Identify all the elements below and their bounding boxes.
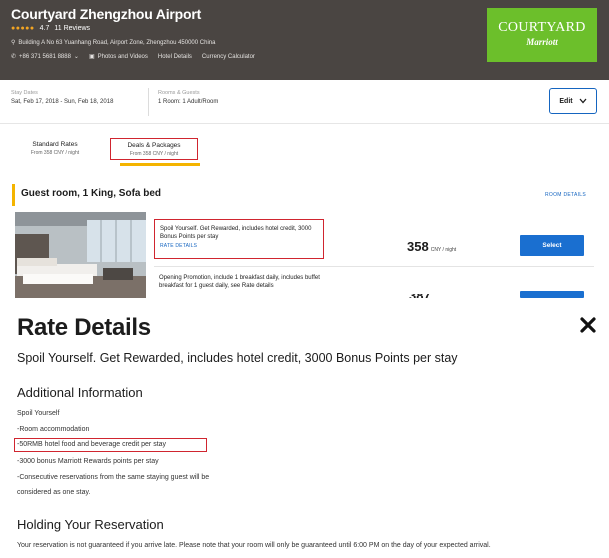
holding-text: Your reservation is not guaranteed if yo… (17, 542, 491, 549)
currency-calculator-link[interactable]: Currency Calculator (202, 54, 255, 60)
contact-row: ✆ +86 371 5681 8888 ⌄ ▣ Photos and Video… (11, 53, 255, 61)
room-photo-image (15, 212, 146, 298)
modal-title: Rate Details (17, 314, 151, 341)
tab-price-from: From 358 CNY / night (129, 151, 179, 157)
hotel-address: Building A No 63 Yuanhang Road, Airport … (18, 39, 216, 46)
rate-price: 358 CNY / night (407, 239, 456, 254)
info-line: Spoil Yourself (17, 410, 60, 417)
rating-row: ●●●●● 4.7 11 Reviews (11, 25, 90, 32)
rating-value: 4.7 (39, 25, 50, 32)
stay-dates: Stay Dates Sat, Feb 17, 2018 - Sun, Feb … (11, 90, 113, 105)
edit-stay-button[interactable]: Edit (549, 88, 597, 114)
camera-icon: ▣ (88, 54, 95, 60)
additional-info-heading: Additional Information (17, 385, 143, 400)
phone-dropdown[interactable]: ✆ +86 371 5681 8888 ⌄ (11, 53, 79, 61)
rate-option-highlight: Spoil Yourself. Get Rewarded, includes h… (154, 219, 324, 259)
tab-standard-rates[interactable]: Standard Rates From 358 CNY / night (20, 141, 90, 156)
star-rating-icon: ●●●●● (11, 25, 35, 32)
hotel-details-link[interactable]: Hotel Details (158, 54, 192, 60)
price-unit: CNY / night (430, 247, 457, 253)
logo-text-top: COURTYARD (498, 20, 586, 35)
logo-text-bottom: Marriott (526, 37, 558, 47)
close-icon[interactable] (579, 316, 597, 334)
room-title: Guest room, 1 King, Sofa bed (21, 188, 162, 199)
tab-label: Deals & Packages (127, 142, 181, 149)
courtyard-marriott-logo: COURTYARD Marriott (487, 8, 597, 62)
info-line: -3000 bonus Marriott Rewards points per … (17, 458, 159, 465)
tab-label: Standard Rates (32, 141, 78, 148)
info-line: -50RMB hotel food and beverage credit pe… (17, 441, 167, 448)
info-line: -Room accommodation (17, 426, 90, 433)
room-photo[interactable] (15, 212, 146, 298)
location-pin-icon: ⚲ (11, 40, 16, 46)
price-amount: 358 (407, 239, 429, 254)
phone-icon: ✆ (11, 54, 17, 60)
address-row: ⚲ Building A No 63 Yuanhang Road, Airpor… (11, 39, 216, 47)
rate-name: Spoil Yourself. Get Rewarded, includes h… (17, 351, 458, 365)
rooms-guests: Rooms & Guests 1 Room: 1 Adult/Room (158, 90, 218, 105)
rooms-guests-value: 1 Room: 1 Adult/Room (158, 99, 219, 105)
rate-details-link[interactable]: RATE DETAILS (160, 243, 318, 249)
active-tab-indicator (120, 163, 200, 166)
info-line: considered as one stay. (17, 489, 91, 496)
edit-label: Edit (559, 97, 573, 105)
select-rate-button[interactable]: Select (520, 235, 584, 256)
stay-summary-bar: Stay Dates Sat, Feb 17, 2018 - Sun, Feb … (0, 80, 609, 124)
room-header: Guest room, 1 King, Sofa bed ROOM DETAIL… (12, 184, 604, 206)
photos-label: Photos and Videos (97, 53, 148, 60)
rooms-guests-label: Rooms & Guests (158, 90, 200, 96)
rate-title: Spoil Yourself. Get Rewarded, includes h… (160, 226, 312, 240)
photos-link[interactable]: ▣ Photos and Videos (88, 53, 148, 61)
rate-separator (154, 266, 594, 267)
info-line: -Consecutive reservations from the same … (17, 474, 210, 481)
stay-dates-value: Sat, Feb 17, 2018 - Sun, Feb 18, 2018 (11, 99, 114, 105)
stay-divider (148, 88, 149, 116)
hotel-header: Courtyard Zhengzhou Airport ●●●●● 4.7 11… (0, 0, 609, 80)
rate-title: Opening Promotion, include 1 breakfast d… (159, 275, 320, 289)
rate-details-modal: Rate Details Spoil Yourself. Get Rewarde… (0, 298, 609, 558)
select-rate-button[interactable] (520, 291, 584, 298)
hotel-name[interactable]: Courtyard Zhengzhou Airport (11, 6, 201, 22)
room-details-link[interactable]: ROOM DETAILS (545, 192, 586, 198)
phone-number: +86 371 5681 8888 (19, 53, 71, 60)
holding-heading: Holding Your Reservation (17, 517, 164, 532)
chevron-down-icon: ⌄ (73, 54, 79, 60)
reviews-link[interactable]: 11 Reviews (54, 25, 90, 32)
stay-dates-label: Stay Dates (11, 90, 38, 96)
chevron-down-icon (579, 98, 587, 104)
tab-deals-packages[interactable]: Deals & Packages From 358 CNY / night (110, 138, 198, 160)
tab-price-from: From 358 CNY / night (30, 150, 80, 156)
